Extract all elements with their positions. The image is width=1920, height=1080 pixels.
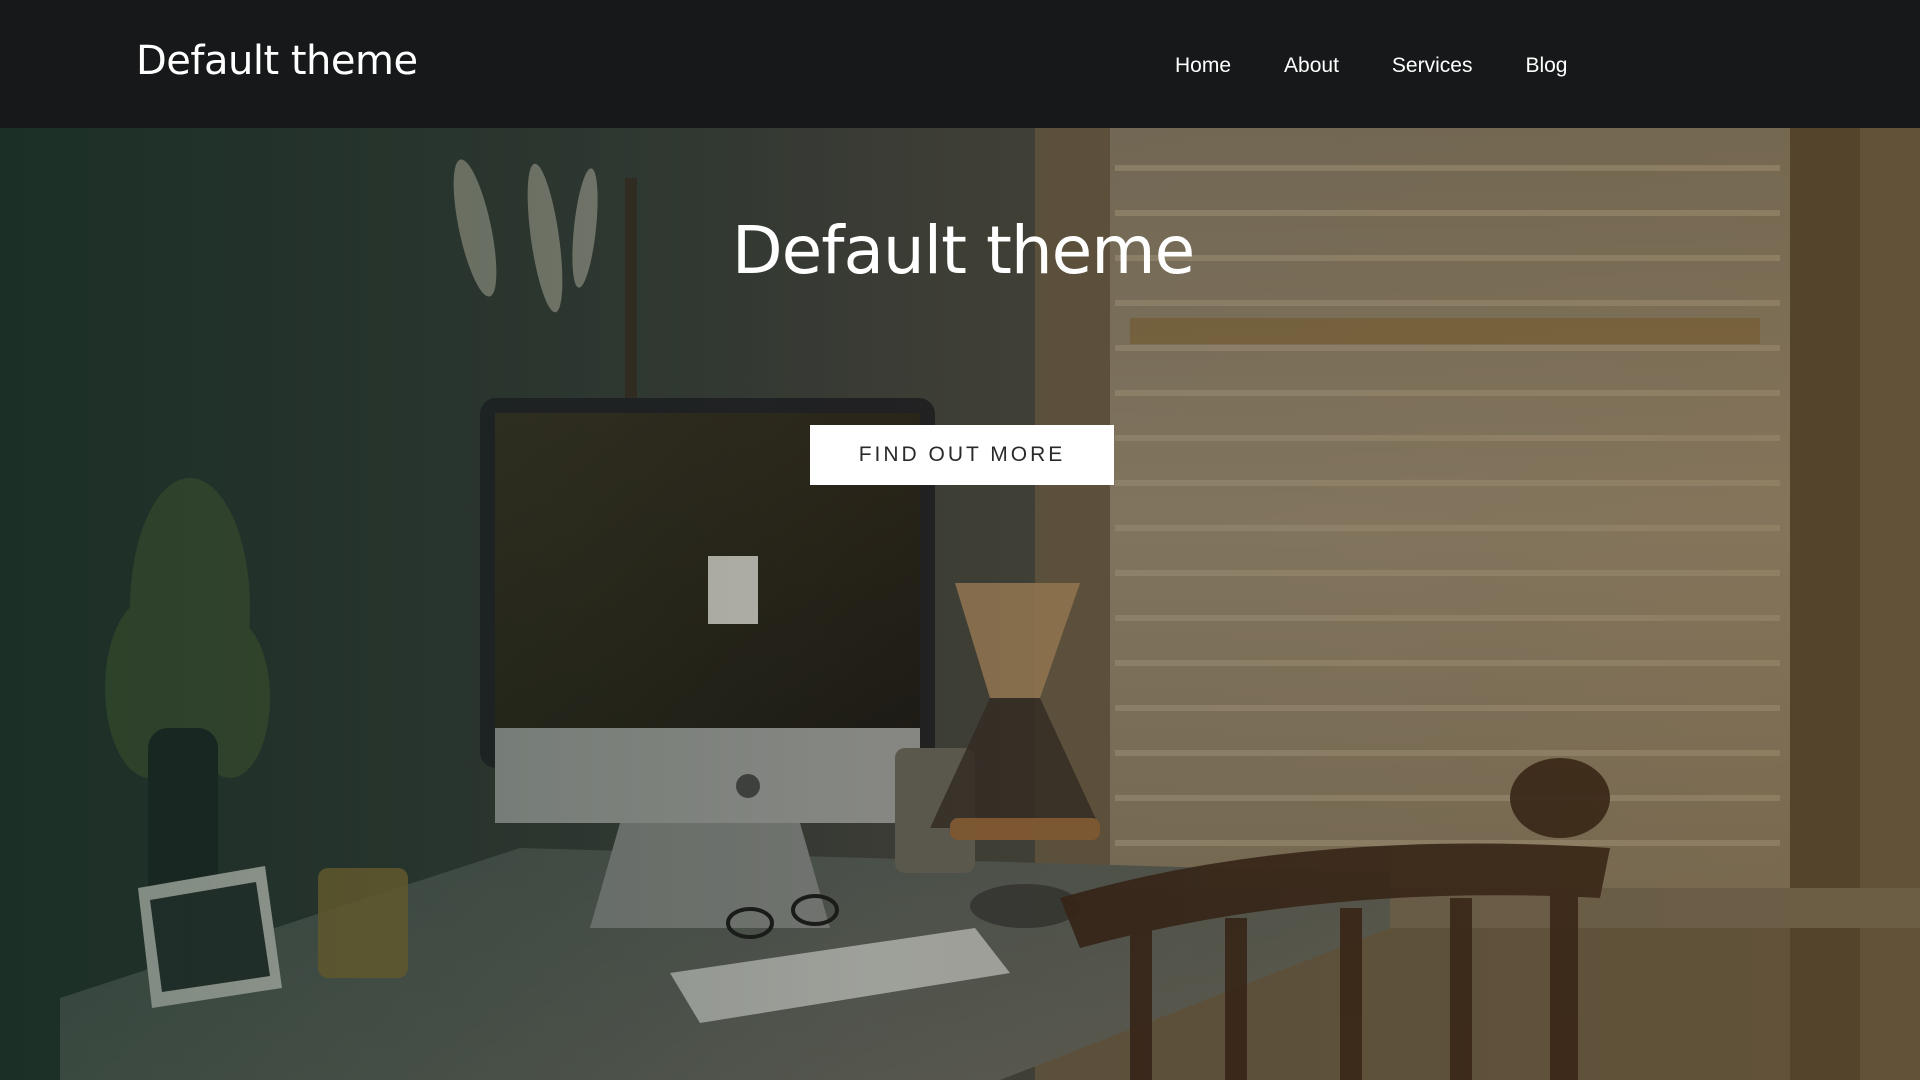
brand-logo-link[interactable]: Default theme [136,38,418,84]
hero-title: Default theme [731,212,1195,289]
nav-link-home[interactable]: Home [1175,52,1231,80]
nav-link-about[interactable]: About [1284,52,1339,80]
main-nav: Home About Services Blog [1175,52,1620,80]
find-out-more-button[interactable]: FIND OUT MORE [810,425,1114,485]
nav-link-services[interactable]: Services [1392,52,1473,80]
hero-section: Default theme FIND OUT MORE [0,128,1920,1080]
top-navbar: Default theme Home About Services Blog [0,0,1920,128]
nav-link-blog[interactable]: Blog [1525,52,1567,80]
